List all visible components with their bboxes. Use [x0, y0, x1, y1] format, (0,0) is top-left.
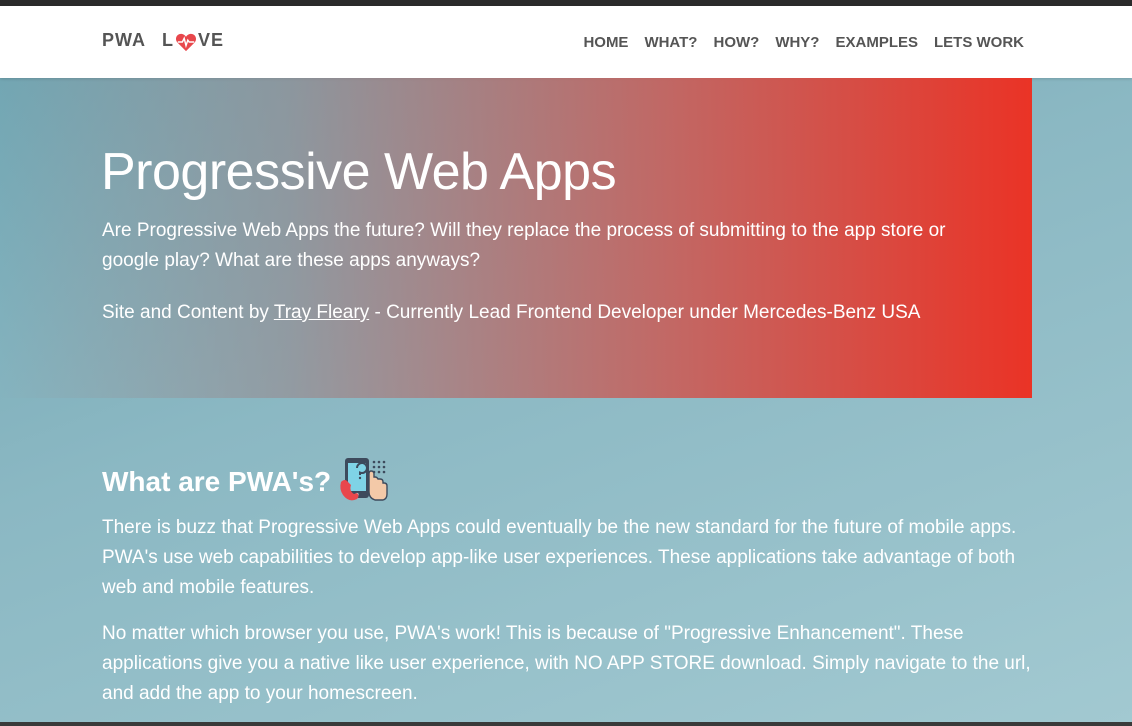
brand-text-right: VE: [198, 30, 225, 50]
brand-logo[interactable]: PWA L VE: [102, 30, 224, 51]
paragraph-intro: There is buzz that Progressive Web Apps …: [102, 517, 1017, 598]
paragraph-enhancement: No matter which browser you use, PWA's w…: [102, 623, 1031, 704]
nav-what[interactable]: WHAT?: [644, 34, 697, 51]
hero-text: Are Progressive Web Apps the future? Wil…: [102, 220, 946, 271]
brand-text-left: PWA: [102, 30, 147, 50]
hero-title: Progressive Web Apps: [101, 143, 617, 201]
brand-text-l: L: [162, 30, 175, 50]
credit-prefix: Site and Content by: [102, 302, 274, 323]
phone-touch-icon: [340, 458, 388, 501]
section-title-text: What are PWA's?: [102, 466, 332, 497]
nav-how[interactable]: HOW?: [713, 34, 759, 51]
nav-lets-work[interactable]: LETS WORK: [934, 34, 1024, 51]
navbar: PWA L VE HOME WHAT? HOW? WHY? EXAMPLES L…: [0, 6, 1132, 78]
nav-examples[interactable]: EXAMPLES: [835, 34, 918, 51]
credit-suffix: - Currently Lead Frontend Developer unde…: [369, 302, 921, 323]
nav-links: HOME WHAT? HOW? WHY? EXAMPLES LETS WORK: [583, 34, 1024, 51]
section-title: What are PWA's?: [102, 456, 391, 508]
credit-line: Site and Content by Tray Fleary - Curren…: [102, 299, 1002, 327]
author-link[interactable]: Tray Fleary: [274, 302, 369, 323]
heart-icon: [175, 33, 197, 51]
bottom-border: [0, 722, 1132, 726]
nav-why[interactable]: WHY?: [775, 34, 819, 51]
nav-home[interactable]: HOME: [583, 34, 628, 51]
